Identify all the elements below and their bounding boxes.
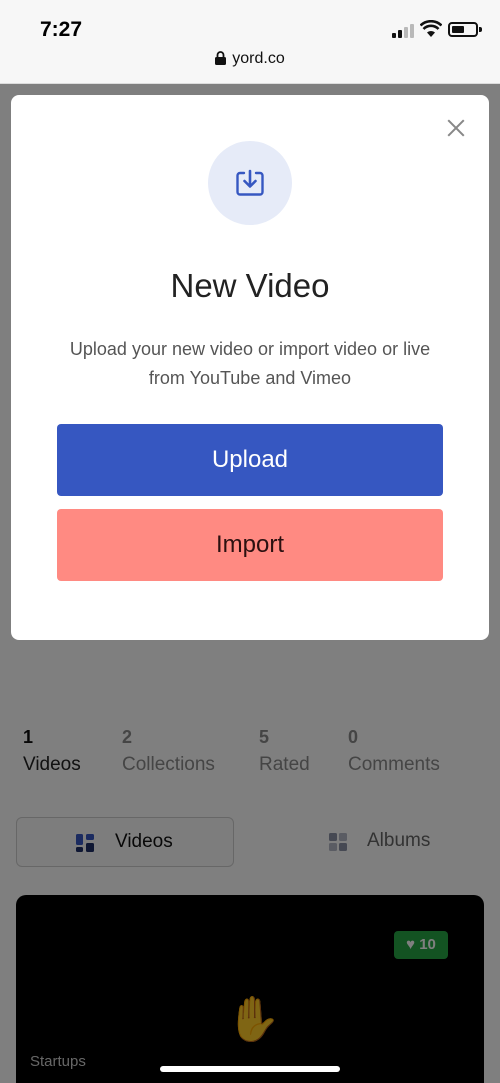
home-indicator[interactable] — [160, 1066, 340, 1072]
wifi-icon — [420, 20, 442, 37]
battery-icon — [448, 22, 482, 37]
lock-icon — [215, 51, 227, 65]
upload-button[interactable]: Upload — [57, 424, 443, 496]
modal-title: New Video — [170, 267, 330, 304]
download-tray-icon — [208, 141, 292, 225]
cellular-signal-icon — [392, 24, 414, 38]
status-time: 7:27 — [40, 18, 83, 41]
close-icon[interactable] — [447, 119, 465, 137]
new-video-modal: New Video Upload your new video or impor… — [11, 95, 489, 640]
modal-description: Upload your new video or import video or… — [69, 339, 431, 388]
status-bar: 7:27 yord.co — [0, 0, 500, 84]
import-button[interactable]: Import — [57, 509, 443, 581]
address-bar[interactable]: yord.co — [0, 50, 500, 68]
url-text: yord.co — [232, 50, 285, 67]
